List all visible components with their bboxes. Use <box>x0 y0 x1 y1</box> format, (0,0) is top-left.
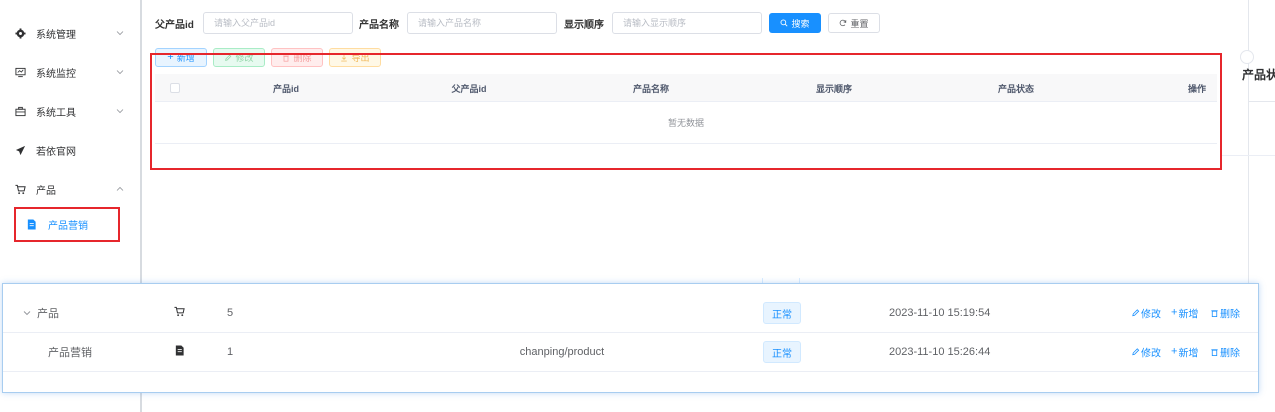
empty-text: 暂无数据 <box>155 102 1217 144</box>
document-icon <box>174 345 185 359</box>
sidebar-item-ruoyi-website[interactable]: 若依官网 <box>0 131 140 169</box>
background-divider <box>1222 155 1275 156</box>
add-button[interactable]: + 新增 <box>155 48 207 67</box>
plus-icon: + <box>1171 345 1178 358</box>
cart-icon <box>174 306 185 320</box>
sidebar-item-label: 系统监控 <box>36 68 76 80</box>
download-icon <box>341 54 348 61</box>
row-add-label: 新增 <box>1178 309 1199 321</box>
parent-id-input[interactable] <box>203 12 353 34</box>
document-icon <box>26 218 38 231</box>
row-edit-label: 修改 <box>1141 348 1161 360</box>
tree-table-overlay: 产品 5 正常 2023-11-10 15:19:54 修改 + 新增 删除 产… <box>2 283 1259 393</box>
display-order-input[interactable] <box>612 12 762 34</box>
sidebar-item-label: 系统管理 <box>36 29 76 41</box>
sidebar-item-product-marketing[interactable]: 产品营销 <box>14 207 120 242</box>
row-order: 1 <box>227 346 234 358</box>
search-icon <box>781 19 788 27</box>
delete-button[interactable]: 删除 <box>271 48 323 67</box>
product-name-label: 产品名称 <box>359 20 399 31</box>
parent-id-label: 父产品id <box>155 20 194 31</box>
row-edit-button[interactable]: 修改 <box>1131 345 1161 360</box>
row-edit-label: 修改 <box>1141 309 1161 321</box>
table-row[interactable]: 产品营销 1 chanping/product 正常 2023-11-10 15… <box>3 333 1258 372</box>
search-button-label: 搜索 <box>791 18 810 29</box>
row-path: chanping/product <box>519 346 605 358</box>
row-name: 产品营销 <box>48 347 92 359</box>
chevron-down-icon[interactable] <box>23 309 31 317</box>
export-button-label: 导出 <box>351 53 370 63</box>
row-add-button[interactable]: + 新增 <box>1171 306 1198 321</box>
cart-icon <box>14 183 26 195</box>
background-column-header: 产品状 <box>1242 68 1275 82</box>
delete-button-label: 删除 <box>293 53 312 63</box>
row-delete-button[interactable]: 删除 <box>1210 345 1240 360</box>
status-badge: 正常 <box>763 302 801 324</box>
sidebar-submenu-label: 产品营销 <box>48 221 88 232</box>
row-add-button[interactable]: + 新增 <box>1171 345 1198 360</box>
background-divider <box>1248 0 1249 285</box>
row-delete-label: 删除 <box>1220 309 1240 321</box>
sidebar-item-label: 若依官网 <box>36 146 76 158</box>
row-create-time: 2023-11-10 15:19:54 <box>889 307 991 319</box>
sidebar-item-product[interactable]: 产品 <box>0 170 140 208</box>
select-all-checkbox[interactable] <box>170 83 180 93</box>
sidebar-item-system-tools[interactable]: 系统工具 <box>0 92 140 130</box>
reset-button[interactable]: 重置 <box>828 13 880 33</box>
sidebar-item-label: 产品 <box>36 185 56 197</box>
edit-button-label: 修改 <box>235 53 254 63</box>
column-header: 产品id <box>273 84 299 94</box>
product-table: 产品id 父产品id 产品名称 显示顺序 产品状态 操作 暂无数据 <box>155 74 1217 144</box>
chevron-down-icon <box>116 68 124 76</box>
edit-icon <box>1132 348 1140 356</box>
display-order-label: 显示顺序 <box>564 20 604 31</box>
toolbox-icon <box>14 105 26 117</box>
row-name: 产品 <box>37 308 59 320</box>
column-header: 操作 <box>1187 84 1207 94</box>
edit-button[interactable]: 修改 <box>213 48 265 67</box>
monitor-icon <box>14 66 26 78</box>
search-button[interactable]: 搜索 <box>769 13 821 33</box>
row-order: 5 <box>227 307 234 319</box>
sidebar-item-label: 系统工具 <box>36 107 76 119</box>
background-divider <box>1248 101 1275 102</box>
background-circle-button <box>1240 50 1254 64</box>
reset-button-label: 重置 <box>850 18 869 29</box>
row-edit-button[interactable]: 修改 <box>1131 306 1161 321</box>
sidebar-item-system-monitor[interactable]: 系统监控 <box>0 53 140 91</box>
row-delete-label: 删除 <box>1220 348 1240 360</box>
column-header: 产品名称 <box>632 84 670 94</box>
status-badge: 正常 <box>763 341 801 363</box>
sidebar-item-system-management[interactable]: 系统管理 <box>0 14 140 52</box>
table-row[interactable]: 产品 5 正常 2023-11-10 15:19:54 修改 + 新增 删除 <box>3 294 1258 333</box>
column-header: 显示顺序 <box>815 84 853 94</box>
plus-icon: + <box>1171 306 1178 319</box>
column-header: 产品状态 <box>997 84 1035 94</box>
column-header: 父产品id <box>451 84 487 94</box>
edit-icon <box>225 54 232 61</box>
trash-icon <box>1211 349 1218 357</box>
row-delete-button[interactable]: 删除 <box>1210 306 1240 321</box>
send-icon <box>14 144 26 156</box>
gear-icon <box>14 27 26 39</box>
chevron-down-icon <box>116 29 124 37</box>
plus-icon: + <box>167 51 174 63</box>
export-button[interactable]: 导出 <box>329 48 381 67</box>
edit-icon <box>1132 309 1140 317</box>
row-add-label: 新增 <box>1178 348 1199 360</box>
chevron-up-icon <box>116 185 124 193</box>
trash-icon <box>1211 310 1218 318</box>
trash-icon <box>283 55 290 62</box>
product-name-input[interactable] <box>407 12 557 34</box>
chevron-down-icon <box>116 107 124 115</box>
table-header: 产品id 父产品id 产品名称 显示顺序 产品状态 操作 <box>155 74 1217 102</box>
row-create-time: 2023-11-10 15:26:44 <box>889 346 991 358</box>
add-button-label: 新增 <box>176 53 195 63</box>
refresh-icon <box>840 19 847 27</box>
